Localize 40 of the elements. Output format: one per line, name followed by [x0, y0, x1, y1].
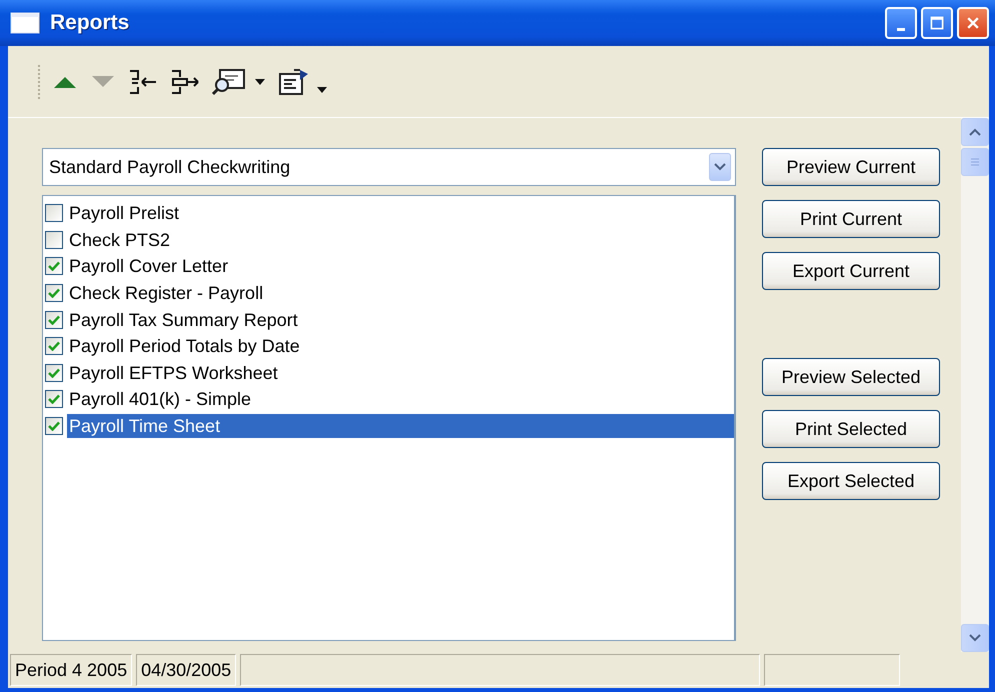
- report-item[interactable]: Check PTS2: [67, 228, 172, 252]
- chevron-down-icon: [714, 163, 726, 171]
- minimize-icon: [897, 28, 905, 30]
- checkbox[interactable]: [45, 337, 63, 356]
- report-item[interactable]: Payroll EFTPS Worksheet: [67, 360, 280, 385]
- checkbox[interactable]: [45, 390, 63, 408]
- checkbox[interactable]: [45, 364, 63, 382]
- report-item[interactable]: Payroll Prelist: [67, 201, 182, 226]
- status-pane: 04/30/2005: [136, 654, 236, 686]
- checkbox[interactable]: [45, 204, 63, 222]
- status-pane: Period 4 2005: [10, 654, 132, 686]
- action-button[interactable]: Export Current: [762, 252, 940, 290]
- chevron-down-icon: [969, 634, 981, 642]
- scrollbar[interactable]: [961, 118, 989, 652]
- action-button[interactable]: Preview Current: [762, 148, 940, 186]
- chevron-up-icon: [969, 128, 981, 136]
- action-button[interactable]: Export Selected: [762, 462, 940, 500]
- scroll-down-button[interactable]: [961, 624, 989, 652]
- close-button[interactable]: [957, 7, 989, 39]
- checkbox[interactable]: [45, 257, 63, 276]
- checkbox[interactable]: [45, 230, 63, 249]
- action-button[interactable]: Print Selected: [762, 410, 940, 448]
- report-item[interactable]: Payroll Time Sheet: [67, 414, 734, 438]
- maximize-button[interactable]: [921, 7, 953, 39]
- report-set-dropdown[interactable]: Standard Payroll Checkwriting: [42, 148, 736, 186]
- report-item[interactable]: Payroll Cover Letter: [67, 254, 230, 278]
- checkbox[interactable]: [45, 284, 63, 302]
- checkbox[interactable]: [45, 310, 63, 329]
- window-title: Reports: [50, 10, 130, 36]
- checkbox[interactable]: [45, 417, 63, 436]
- action-button[interactable]: Preview Selected: [762, 358, 940, 396]
- report-item[interactable]: Payroll Period Totals by Date: [67, 334, 302, 358]
- report-item[interactable]: Check Register - Payroll: [67, 281, 266, 306]
- report-item[interactable]: Payroll 401(k) - Simple: [67, 387, 254, 412]
- scroll-up-button[interactable]: [961, 118, 989, 146]
- action-button[interactable]: Print Current: [762, 200, 940, 238]
- report-item[interactable]: Payroll Tax Summary Report: [67, 308, 300, 332]
- scroll-thumb[interactable]: [961, 148, 989, 176]
- minimize-button[interactable]: [885, 7, 917, 39]
- window-icon: [10, 12, 40, 34]
